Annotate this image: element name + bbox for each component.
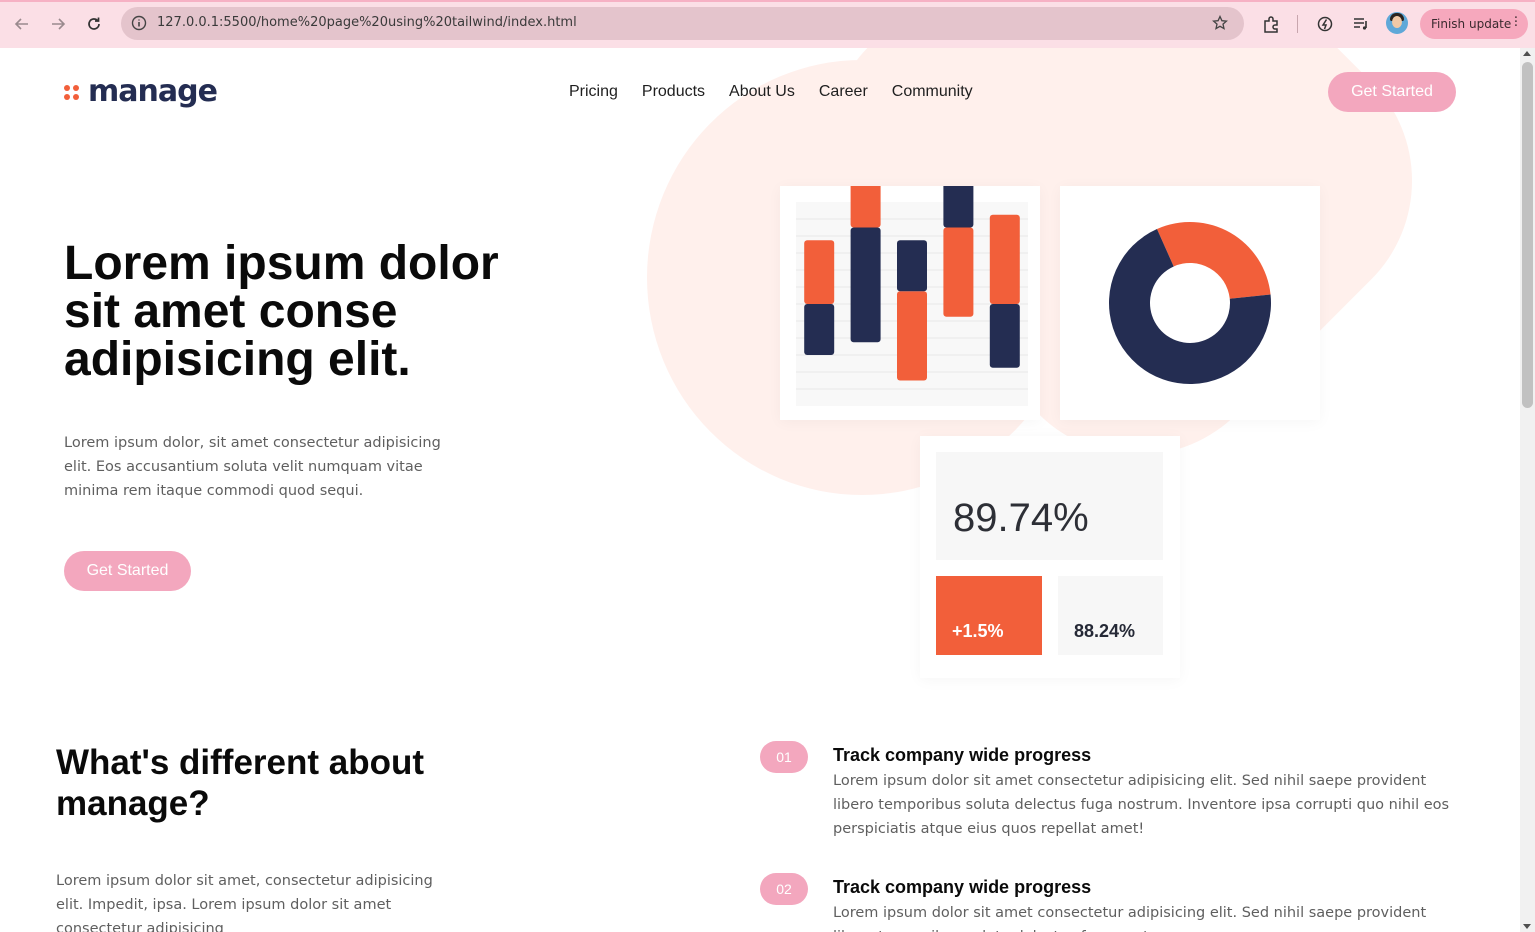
feature-description: Lorem ipsum dolor sit amet consectetur a… (833, 905, 1427, 932)
finish-update-button[interactable]: Finish update · · · (1420, 9, 1528, 39)
browser-toolbar: 127.0.0.1:5500/home%20page%20using%20tai… (0, 0, 1535, 48)
bar-segment (989, 214, 1020, 304)
arrow-left-icon (14, 18, 28, 30)
nav-about-us[interactable]: About Us (729, 83, 795, 101)
bar-segment (850, 227, 881, 343)
performance-button[interactable] (1313, 12, 1337, 36)
playlist-icon (1354, 18, 1367, 30)
kebab-menu-icon[interactable]: · · · (1514, 12, 1518, 33)
toolbar-separator (1297, 15, 1298, 33)
reload-button[interactable] (82, 12, 106, 36)
speed-icon (1317, 16, 1333, 32)
secondary-stat-value: 88.24% (1074, 621, 1136, 641)
logo[interactable]: manage (64, 74, 218, 109)
nav-products[interactable]: Products (642, 83, 705, 101)
logo-text: manage (88, 74, 218, 109)
hero-description: Lorem ipsum dolor, sit amet consectetur … (64, 435, 441, 499)
nav-pricing[interactable]: Pricing (569, 83, 618, 101)
bar-segment (850, 186, 881, 228)
arrow-right-icon (52, 18, 66, 30)
nav-community[interactable]: Community (892, 83, 973, 101)
feature-description: Lorem ipsum dolor sit amet consectetur a… (833, 773, 1450, 837)
donut-chart (1109, 222, 1271, 384)
bar-segment (943, 186, 974, 228)
bar-segment (897, 291, 927, 381)
bar-segment (943, 227, 974, 317)
bookmark-star-icon[interactable] (1210, 13, 1230, 33)
extensions-button[interactable] (1259, 12, 1283, 36)
scrollbar-thumb[interactable] (1522, 62, 1533, 408)
section-description: Lorem ipsum dolor sit amet, consectetur … (56, 873, 433, 932)
hero-get-started-button[interactable]: Get Started (64, 551, 191, 591)
scroll-down-arrow-icon[interactable] (1523, 924, 1531, 929)
address-bar[interactable]: 127.0.0.1:5500/home%20page%20using%20tai… (121, 7, 1244, 40)
bar-chart-card (780, 186, 1040, 420)
bar-segment (989, 304, 1020, 368)
vertical-scrollbar[interactable] (1520, 48, 1535, 932)
feature-title: Track company wide progress (833, 877, 1092, 897)
change-stat-box: +1.5% (936, 576, 1042, 655)
tab-strip-edge (0, 0, 1535, 2)
bar-chart (796, 186, 1028, 406)
finish-update-label: Finish update (1431, 17, 1512, 31)
avatar-face (1392, 16, 1402, 28)
forward-button[interactable] (46, 12, 70, 36)
secondary-stat-box (1058, 576, 1163, 655)
change-stat-value: +1.5% (952, 621, 1004, 641)
bar-segment (804, 240, 835, 304)
reload-icon (88, 17, 100, 30)
scroll-up-arrow-icon[interactable] (1523, 51, 1531, 56)
puzzle-icon (1264, 16, 1278, 33)
hero-title: Lorem ipsum dolor sit amet conse adipisi… (64, 237, 499, 386)
page-viewport: manage Pricing Products About Us Career … (0, 48, 1520, 932)
bar-segment (897, 240, 927, 292)
feature-number-badge: 01 (760, 741, 808, 773)
back-button[interactable] (10, 12, 34, 36)
feature-number-badge: 02 (760, 873, 808, 905)
bar-segment (804, 304, 835, 355)
nav-career[interactable]: Career (819, 83, 868, 101)
logo-dots-icon (64, 83, 82, 101)
donut-slice (1156, 222, 1271, 299)
site-info-icon[interactable] (129, 13, 149, 33)
media-controls-button[interactable] (1349, 12, 1373, 36)
section-title: What's different about manage? (56, 743, 425, 823)
feature-title: Track company wide progress (833, 745, 1092, 765)
profile-avatar[interactable] (1386, 12, 1408, 34)
main-stat-value: 89.74% (953, 496, 1089, 540)
url-text: 127.0.0.1:5500/home%20page%20using%20tai… (157, 15, 577, 30)
main-nav: Pricing Products About Us Career Communi… (569, 83, 973, 101)
donut-chart-card (1060, 186, 1320, 420)
header-get-started-button[interactable]: Get Started (1328, 72, 1456, 112)
